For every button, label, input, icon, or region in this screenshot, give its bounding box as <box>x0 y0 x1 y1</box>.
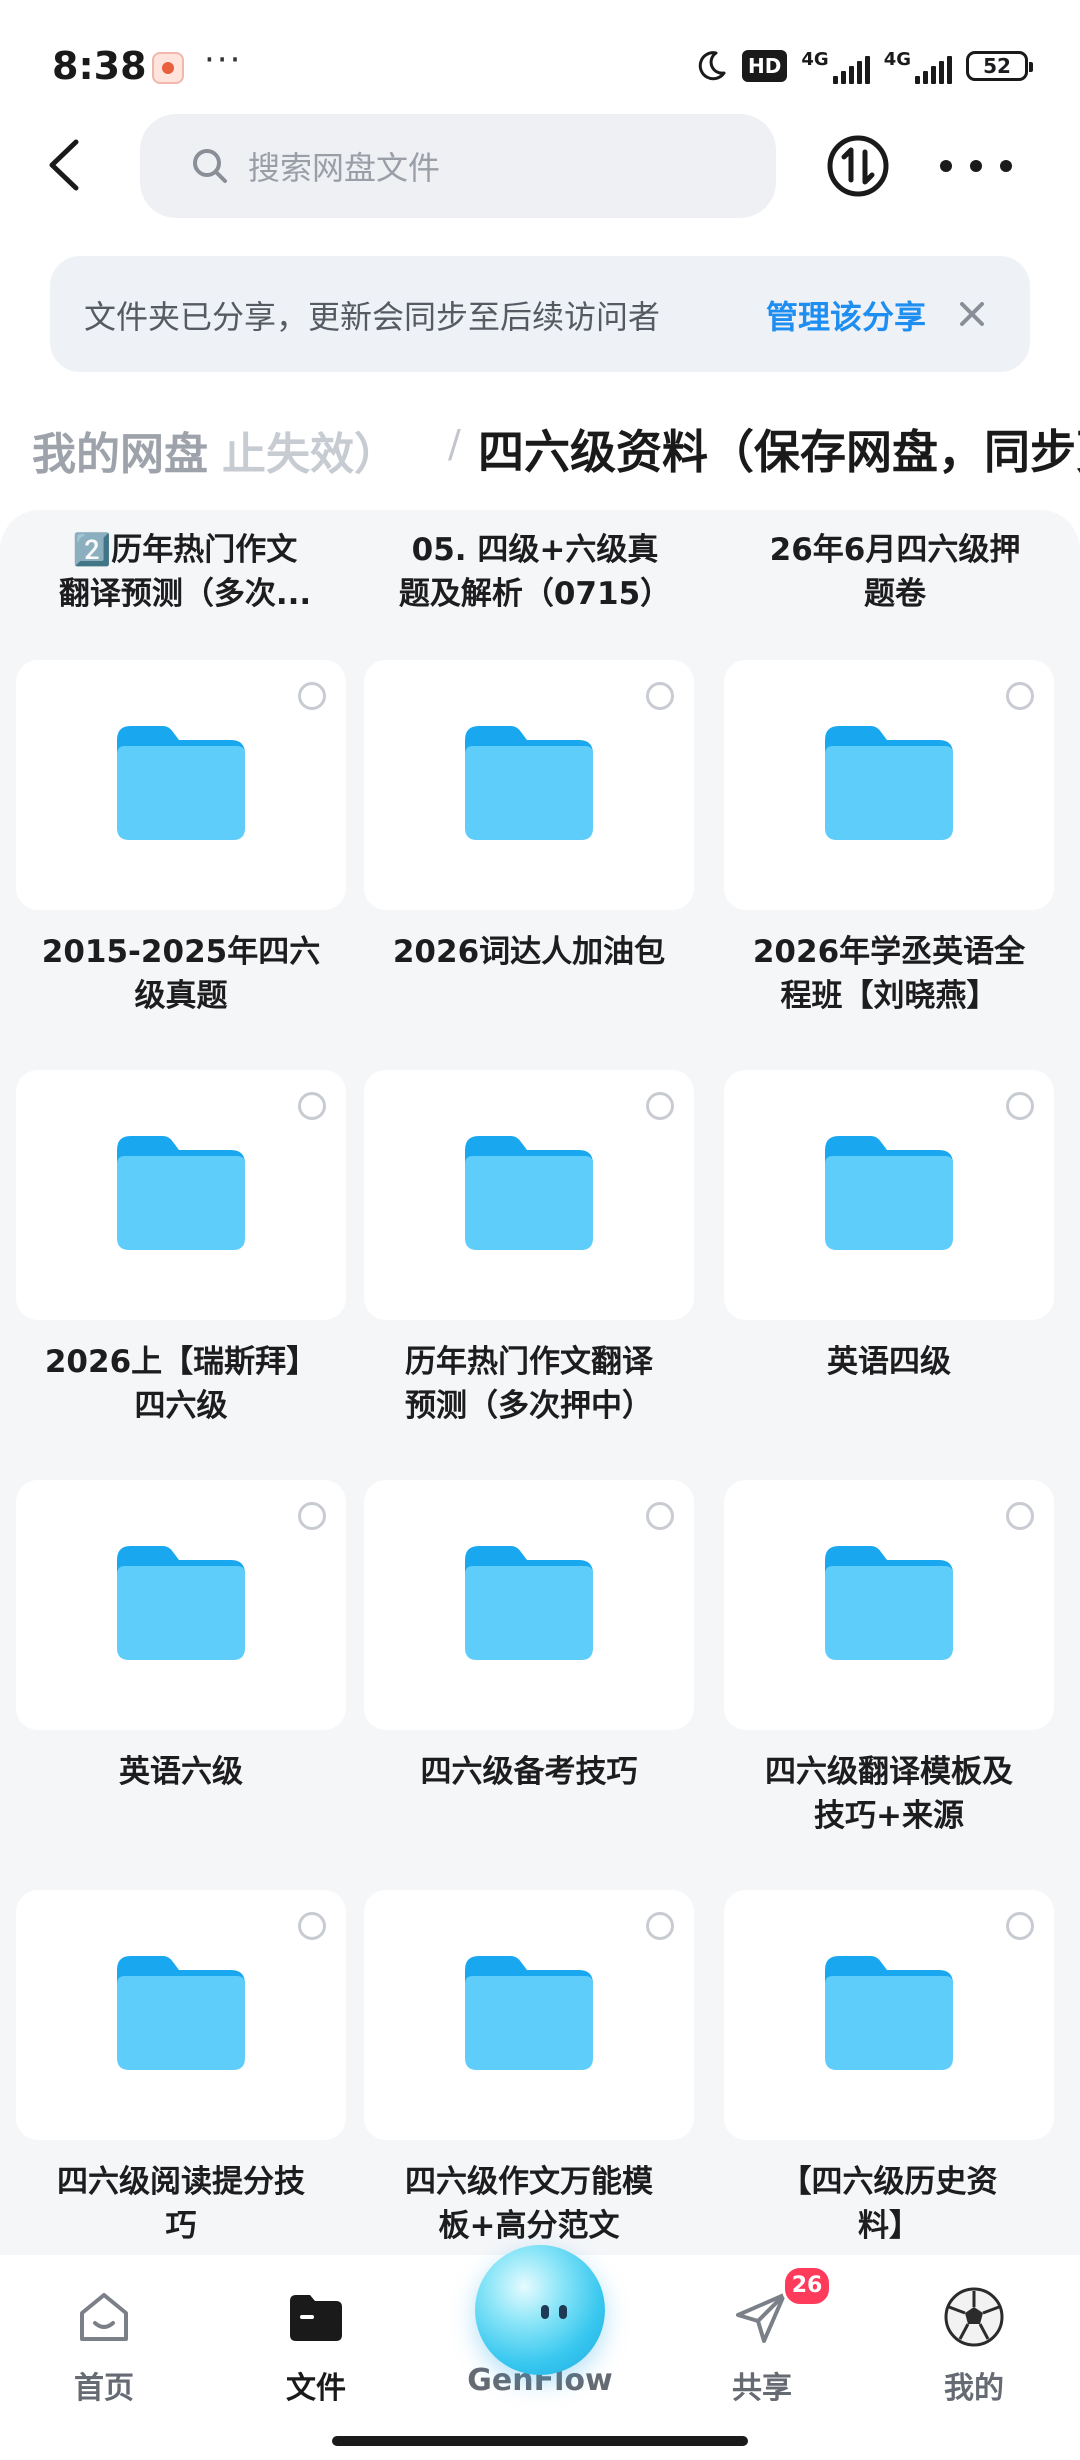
share-notice-text: 文件夹已分享，更新会同步至后续访问者 <box>84 298 661 336</box>
bottom-navigation: 首页 文件 GenFlow 共享 26 我的 <box>0 2245 1080 2460</box>
folder-label[interactable]: 26年6月四六级押 题卷 <box>740 528 1050 616</box>
genflow-orb-icon <box>475 2245 605 2375</box>
folder-label[interactable]: 四六级备考技巧 <box>364 1750 694 1794</box>
network-type-label: 4G <box>883 48 911 70</box>
more-notifications-icon: ··· <box>204 40 243 80</box>
breadcrumb: 我的网盘 止失效） / 四六级资料（保存网盘，同步更 <box>0 400 1080 500</box>
select-checkbox[interactable] <box>298 682 326 710</box>
folder-card[interactable] <box>364 660 694 910</box>
folder-label[interactable]: 四六级作文万能模 板+高分范文 <box>364 2160 694 2248</box>
select-checkbox[interactable] <box>646 1092 674 1120</box>
folder-label[interactable]: 四六级阅读提分技 巧 <box>16 2160 346 2248</box>
notification-app-icon <box>152 52 184 84</box>
do-not-disturb-moon-icon <box>698 51 726 81</box>
battery-level: 52 <box>983 54 1011 78</box>
folder-label[interactable]: 2026年学丞英语全 程班【刘晓燕】 <box>724 930 1054 1018</box>
folder-card[interactable] <box>364 1890 694 2140</box>
select-checkbox[interactable] <box>646 1912 674 1940</box>
folder-icon <box>465 1546 593 1660</box>
folder-card[interactable] <box>724 660 1054 910</box>
breadcrumb-parent[interactable]: 止失效） <box>222 418 398 482</box>
select-checkbox[interactable] <box>298 1502 326 1530</box>
folder-card[interactable] <box>364 1070 694 1320</box>
folder-icon <box>825 1956 953 2070</box>
home-indicator <box>332 2436 748 2446</box>
nav-files[interactable]: 文件 <box>236 2285 396 2415</box>
breadcrumb-root[interactable]: 我的网盘 <box>32 418 208 482</box>
folder-icon <box>825 1546 953 1660</box>
share-notice-banner: 文件夹已分享，更新会同步至后续访问者 管理该分享 <box>50 256 1030 372</box>
home-face-icon <box>80 2293 128 2341</box>
search-icon <box>193 149 227 183</box>
folder-icon <box>117 1546 245 1660</box>
folder-label[interactable]: 2026上【瑞斯拜】 四六级 <box>16 1340 346 1428</box>
folder-card[interactable] <box>724 1070 1054 1320</box>
folder-label[interactable]: 05. 四级+六级真 题及解析（0715） <box>380 528 690 616</box>
signal-1: 4G <box>801 48 870 84</box>
close-icon[interactable] <box>950 292 994 336</box>
folder-card[interactable] <box>16 1890 346 2140</box>
select-checkbox[interactable] <box>646 1502 674 1530</box>
more-options-button[interactable] <box>940 144 1012 188</box>
breadcrumb-separator: / <box>448 422 461 466</box>
nav-label: 文件 <box>286 2371 346 2406</box>
select-checkbox[interactable] <box>1006 1502 1034 1530</box>
folder-icon <box>465 1956 593 2070</box>
select-checkbox[interactable] <box>298 1912 326 1940</box>
share-notification-badge: 26 <box>782 2265 832 2307</box>
folder-card[interactable] <box>16 660 346 910</box>
folder-icon <box>465 726 593 840</box>
network-type-label: 4G <box>801 48 829 70</box>
select-checkbox[interactable] <box>1006 1092 1034 1120</box>
file-grid: 2️⃣历年热门作文 翻译预测（多次... 05. 四级+六级真 题及解析（071… <box>0 510 1080 2255</box>
soccer-avatar-icon <box>944 2287 1004 2347</box>
folder-card[interactable] <box>364 1480 694 1730</box>
folder-card[interactable] <box>16 1070 346 1320</box>
nav-profile[interactable]: 我的 <box>894 2285 1054 2415</box>
select-checkbox[interactable] <box>646 682 674 710</box>
folder-icon <box>825 726 953 840</box>
manage-share-link[interactable]: 管理该分享 <box>766 292 926 338</box>
signal-bars-icon <box>832 54 870 84</box>
nav-label: 首页 <box>74 2371 134 2406</box>
nav-label: 共享 <box>732 2371 792 2406</box>
folder-label[interactable]: 四六级翻译模板及 技巧+来源 <box>724 1750 1054 1838</box>
folder-icon <box>117 1136 245 1250</box>
folder-card[interactable] <box>724 1480 1054 1730</box>
folder-icon <box>290 2295 342 2341</box>
partial-folder-row: 2️⃣历年热门作文 翻译预测（多次... 05. 四级+六级真 题及解析（071… <box>0 510 1080 650</box>
folder-label[interactable]: 2026词达人加油包 <box>364 930 694 974</box>
signal-2: 4G <box>884 49 952 84</box>
battery-icon: 52 <box>966 51 1033 81</box>
search-placeholder: 搜索网盘文件 <box>248 149 441 187</box>
nav-genflow[interactable]: GenFlow <box>460 2245 620 2415</box>
folder-icon <box>825 1136 953 1250</box>
select-checkbox[interactable] <box>1006 1912 1034 1940</box>
sort-transfer-button[interactable] <box>826 134 890 198</box>
folder-card[interactable] <box>16 1480 346 1730</box>
folder-icon <box>117 1956 245 2070</box>
folder-label[interactable]: 英语四级 <box>724 1340 1054 1384</box>
search-input[interactable]: 搜索网盘文件 <box>140 114 776 218</box>
back-button[interactable] <box>36 130 96 200</box>
folder-card[interactable] <box>724 1890 1054 2140</box>
nav-label: 我的 <box>944 2371 1004 2406</box>
nav-home[interactable]: 首页 <box>24 2285 184 2415</box>
folder-label[interactable]: 2015-2025年四六 级真题 <box>16 930 346 1018</box>
select-checkbox[interactable] <box>1006 682 1034 710</box>
status-time: 8:38 <box>52 44 147 88</box>
folder-icon <box>117 726 245 840</box>
select-checkbox[interactable] <box>298 1092 326 1120</box>
folder-icon <box>465 1136 593 1250</box>
breadcrumb-current: 四六级资料（保存网盘，同步更 <box>478 425 1080 479</box>
folder-label[interactable]: 【四六级历史资 料】 <box>724 2160 1054 2248</box>
hd-badge: HD <box>742 50 788 82</box>
status-indicators: HD 4G 4G 52 <box>694 46 1033 86</box>
folder-label[interactable]: 历年热门作文翻译 预测（多次押中） <box>364 1340 694 1428</box>
folder-label[interactable]: 英语六级 <box>16 1750 346 1794</box>
signal-bars-icon <box>915 54 952 84</box>
chevron-left-icon <box>49 139 79 191</box>
folder-label[interactable]: 2️⃣历年热门作文 翻译预测（多次... <box>30 528 340 616</box>
sort-arrows-icon <box>841 147 875 185</box>
